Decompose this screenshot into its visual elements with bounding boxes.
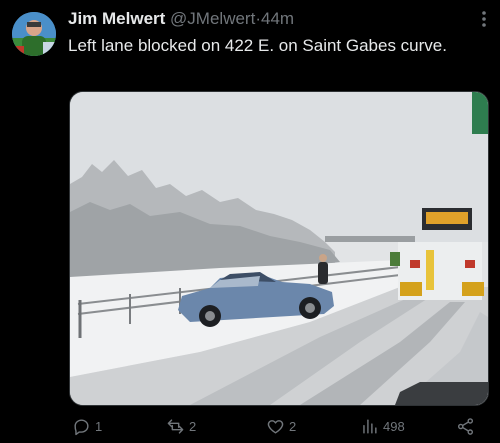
- tweet-photo[interactable]: [69, 91, 489, 406]
- tweet-header: Jim Melwert @JMelwert·44m: [68, 8, 294, 30]
- heart-icon: [267, 419, 284, 434]
- repost-count: 2: [189, 418, 197, 434]
- repost-button[interactable]: 2: [166, 414, 196, 438]
- reply-button[interactable]: 1: [72, 414, 102, 438]
- tweet-text: Left lane blocked on 422 E. on Saint Gab…: [68, 36, 447, 55]
- tweet[interactable]: Jim Melwert @JMelwert·44m Left lane bloc…: [0, 0, 500, 443]
- views-icon: [363, 418, 377, 434]
- like-button[interactable]: 2: [266, 414, 296, 438]
- view-count: 498: [383, 418, 405, 434]
- avatar[interactable]: [12, 12, 56, 56]
- share-button[interactable]: [456, 414, 475, 438]
- action-bar: 1 2 2 498: [68, 414, 478, 438]
- more-icon[interactable]: [478, 10, 490, 28]
- views-button[interactable]: 498: [360, 414, 405, 438]
- author-handle[interactable]: @JMelwert: [170, 9, 255, 28]
- like-count: 2: [289, 418, 297, 434]
- author-name[interactable]: Jim Melwert: [68, 9, 165, 28]
- reply-count: 1: [95, 418, 103, 434]
- timestamp[interactable]: 44m: [261, 9, 294, 28]
- share-icon: [457, 417, 474, 435]
- reply-icon: [74, 418, 89, 435]
- repost-icon: [167, 418, 184, 434]
